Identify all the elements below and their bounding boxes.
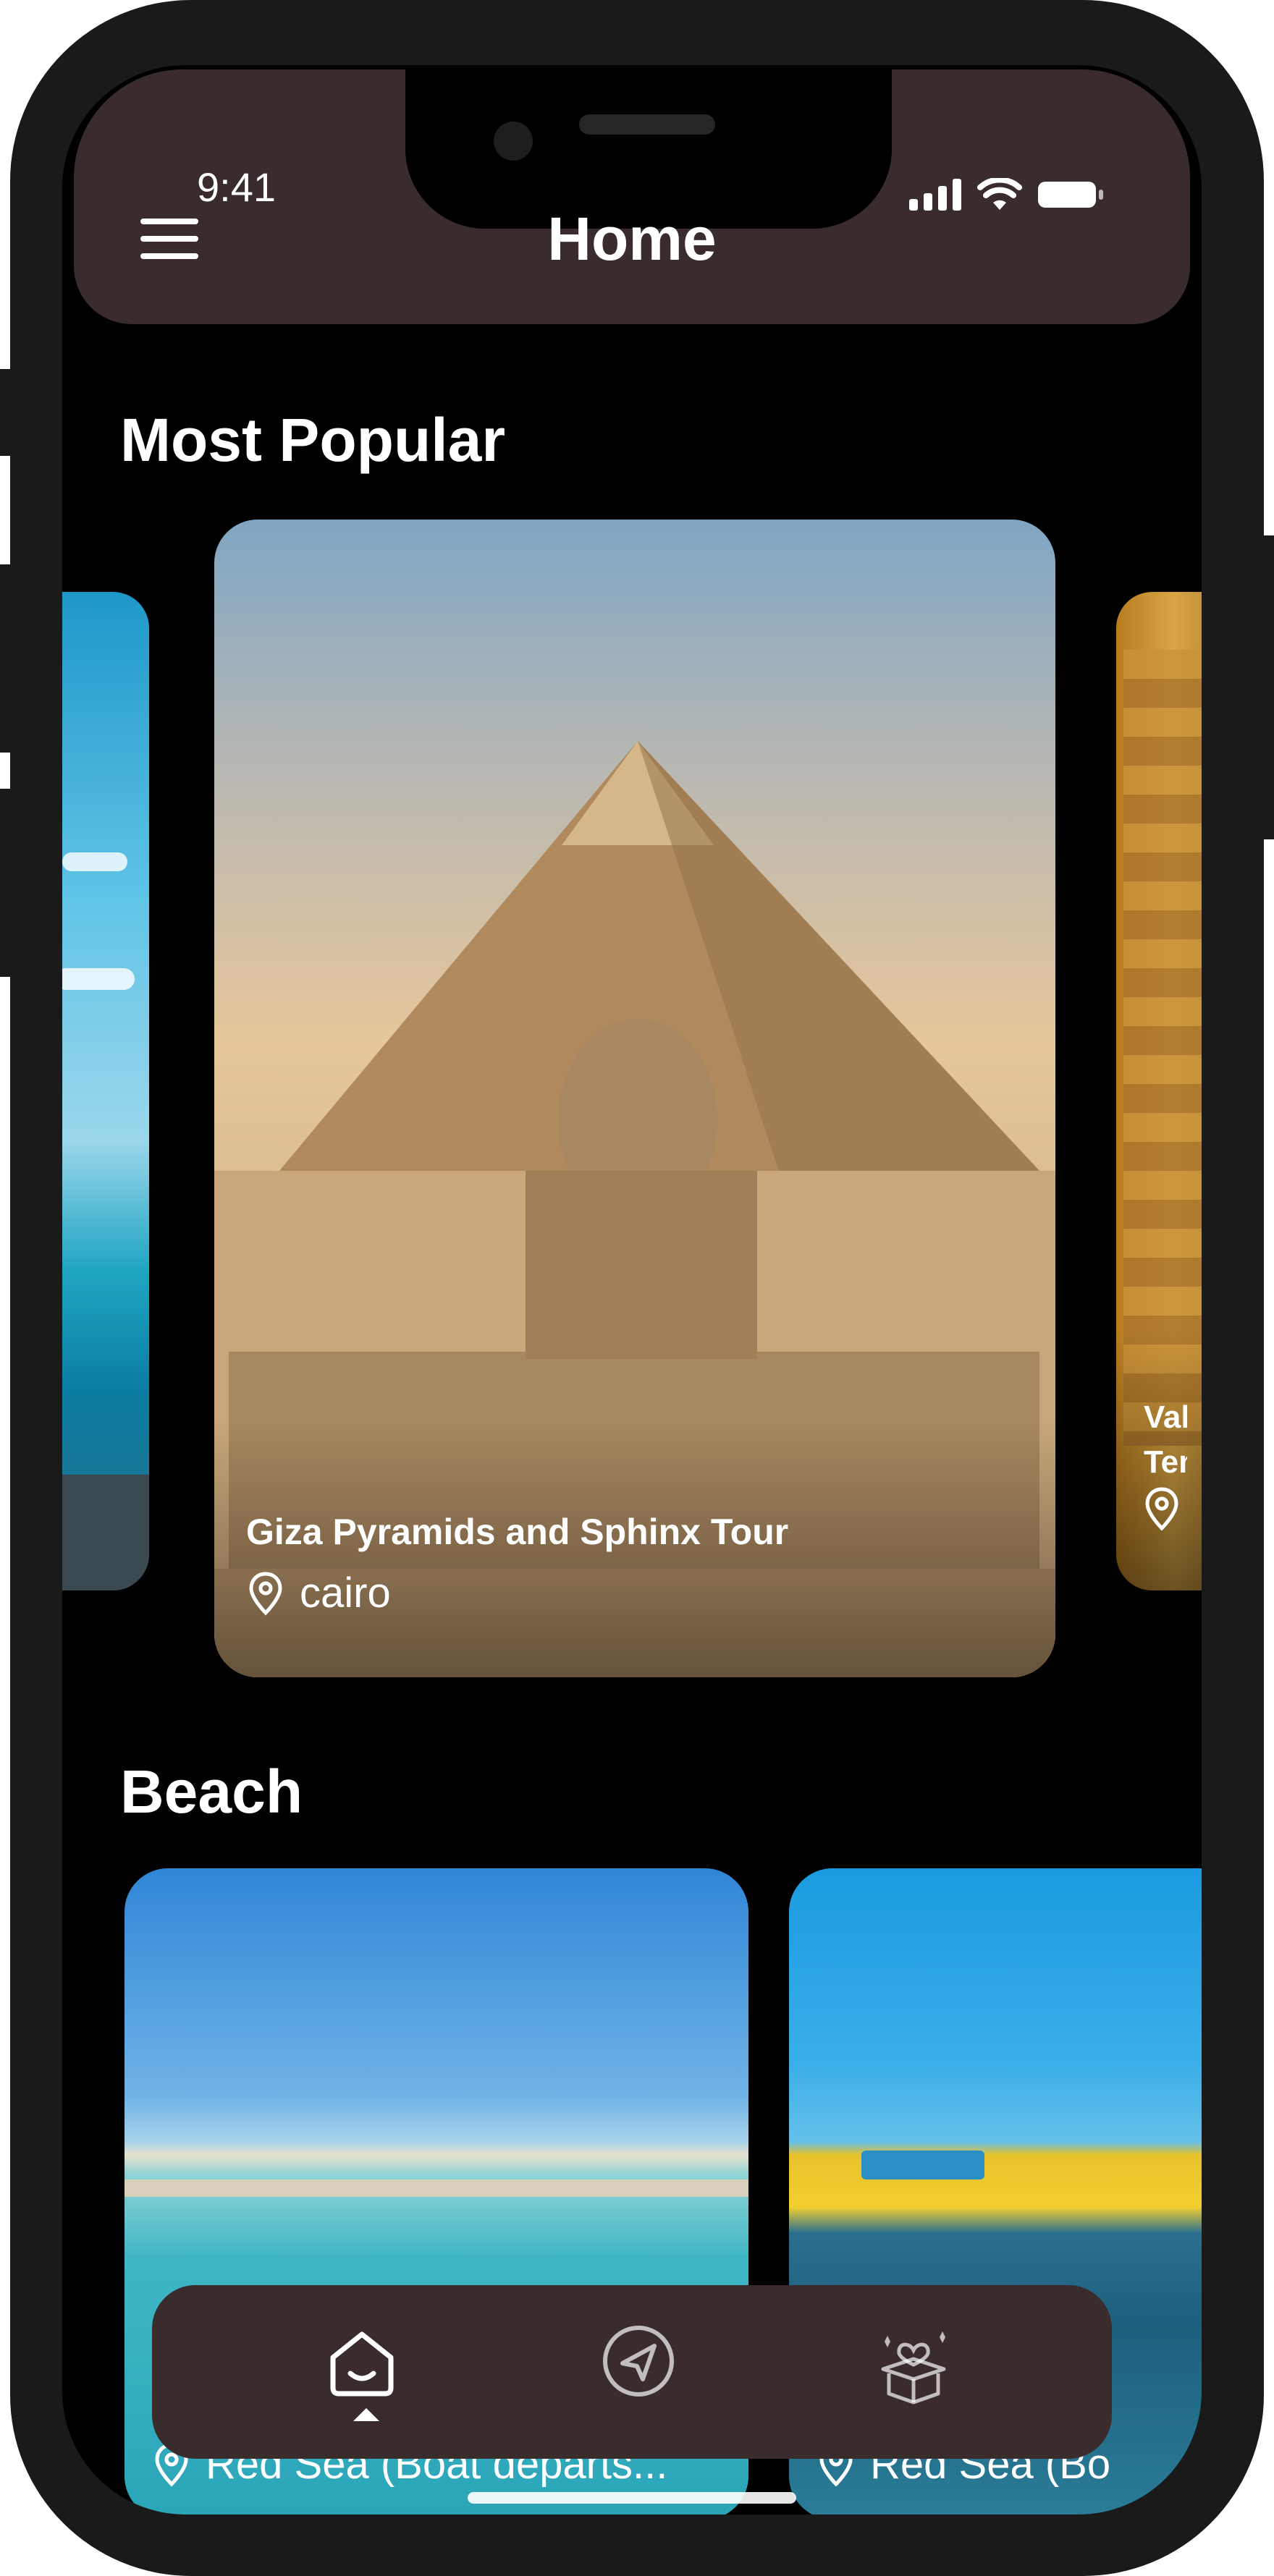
earpiece-speaker <box>579 114 715 135</box>
active-indicator <box>353 2408 379 2421</box>
popular-card-left[interactable] <box>62 592 149 1590</box>
nav-home[interactable] <box>318 2321 405 2421</box>
nav-explore[interactable] <box>595 2321 682 2415</box>
card-title: Vall Tem <box>1144 1399 1187 1480</box>
card-location: cairo <box>248 1569 391 1617</box>
app-screen: 9:41 Home Most Popular Giza Pyramids and… <box>62 65 1202 2514</box>
section-title-beach: Beach <box>120 1758 303 1826</box>
front-camera <box>494 122 533 161</box>
bottom-navigation <box>152 2285 1112 2459</box>
section-title-most-popular: Most Popular <box>120 406 506 474</box>
beach-sand <box>62 1475 149 1590</box>
cloud-shape <box>62 852 127 871</box>
power-button <box>1262 535 1274 839</box>
volume-up-button <box>0 564 12 753</box>
card-title: Giza Pyramids and Sphinx Tour <box>246 1512 789 1552</box>
home-indicator <box>468 2492 796 2504</box>
temple-wall-art <box>1123 650 1202 1446</box>
popular-card-giza[interactable]: Giza Pyramids and Sphinx Tour cairo <box>214 520 1055 1677</box>
home-icon <box>330 2331 394 2397</box>
gift-box-heart-icon <box>881 2331 946 2405</box>
app-header: 9:41 Home <box>74 65 1190 324</box>
cloud-shape <box>62 968 135 990</box>
volume-down-button <box>0 789 12 977</box>
navigation-icon <box>603 2326 674 2397</box>
card-location-text: cairo <box>300 1569 391 1617</box>
popular-card-right[interactable]: Vall Tem <box>1116 592 1202 1590</box>
location-pin-icon <box>249 1571 282 1616</box>
location-pin-icon <box>1145 1487 1178 1531</box>
submarine-label <box>861 2151 984 2179</box>
page-title: Home <box>547 205 717 273</box>
nav-gifts[interactable] <box>870 2321 957 2415</box>
mute-switch <box>0 369 12 456</box>
beach-shore <box>125 2179 748 2197</box>
